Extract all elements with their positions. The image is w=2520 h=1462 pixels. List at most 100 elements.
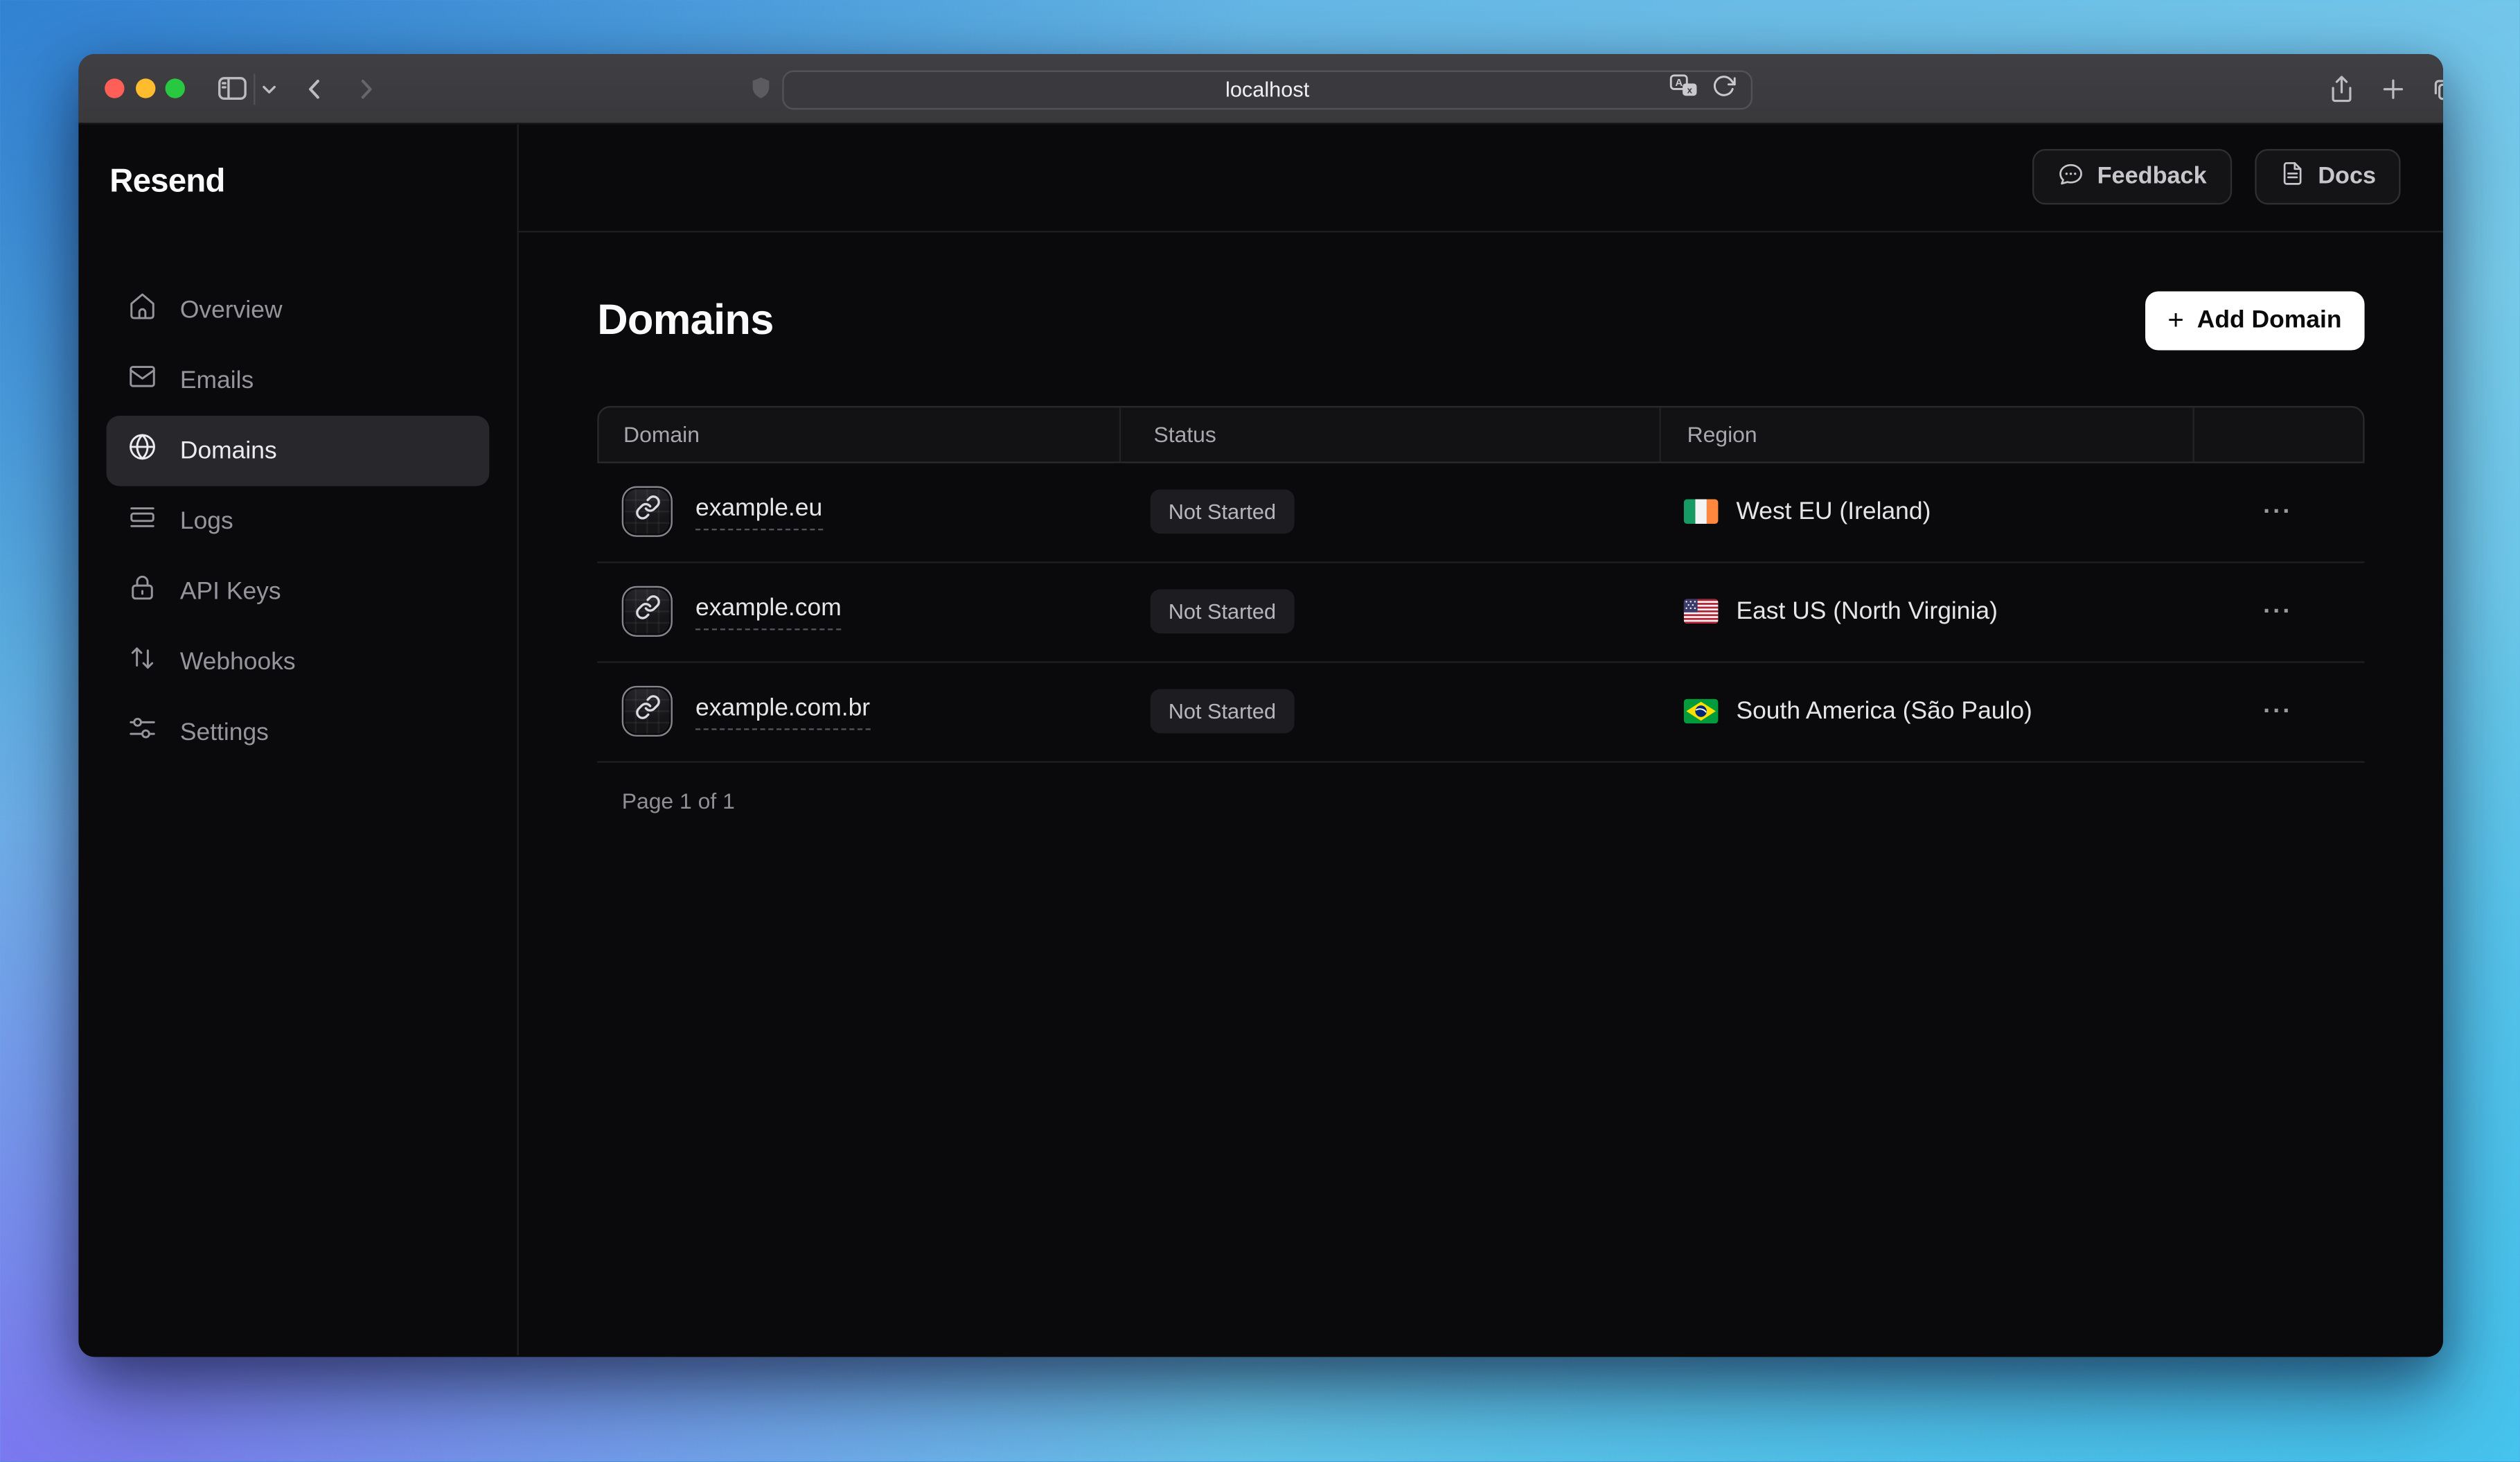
domains-page: Domains + Add Domain Domain Status Regio… xyxy=(519,231,2443,813)
tab-group-menu-button[interactable] xyxy=(258,53,280,124)
page-header: Domains + Add Domain xyxy=(597,290,2364,349)
resend-logo: Resend xyxy=(78,163,517,200)
table-header-row: Domain Status Region xyxy=(597,405,2364,463)
us-flag xyxy=(1684,599,1719,624)
sidebar-item-settings[interactable]: Settings xyxy=(107,696,490,767)
mail-icon xyxy=(126,360,159,400)
feedback-label: Feedback xyxy=(2097,164,2207,190)
tabs-overview-icon xyxy=(2429,73,2443,103)
sidebar-item-api-keys[interactable]: API Keys xyxy=(107,556,490,626)
home-icon xyxy=(126,290,159,329)
sidebar-item-label: Webhooks xyxy=(180,647,296,675)
logs-icon xyxy=(126,501,159,540)
domain-cell: example.com xyxy=(597,586,1117,637)
minimize-window-button[interactable] xyxy=(135,78,154,98)
domain-favicon-button[interactable] xyxy=(622,686,673,737)
back-button[interactable] xyxy=(301,53,329,124)
sliders-icon xyxy=(126,712,159,752)
forward-button[interactable] xyxy=(352,53,380,124)
status-badge: Not Started xyxy=(1151,489,1294,534)
row-menu-button[interactable]: ··· xyxy=(2263,599,2293,624)
plus-icon: + xyxy=(2167,306,2183,334)
region-cell: West EU (Ireland) xyxy=(1658,497,2191,525)
sidebar-item-label: Domains xyxy=(180,437,277,464)
link-icon xyxy=(634,694,660,729)
url-bar[interactable]: localhost A x xyxy=(782,69,1753,109)
share-icon xyxy=(2327,73,2357,104)
document-icon xyxy=(2279,161,2305,193)
domain-link[interactable]: example.com xyxy=(695,593,842,629)
domain-cell: example.eu xyxy=(597,486,1117,537)
toggle-sidebar-button[interactable] xyxy=(216,53,249,124)
domain-favicon-button[interactable] xyxy=(622,586,673,637)
titlebar-divider xyxy=(254,73,255,104)
domain-link[interactable]: example.com.br xyxy=(695,693,870,729)
reload-icon[interactable] xyxy=(1712,73,1736,105)
stage: localhost A x xyxy=(0,0,2520,1462)
share-button[interactable] xyxy=(2327,53,2357,124)
actions-cell: ··· xyxy=(2191,500,2364,524)
row-menu-button[interactable]: ··· xyxy=(2263,500,2293,524)
sidebar-item-label: Emails xyxy=(180,366,254,394)
column-header-region: Region xyxy=(1659,407,2192,461)
sidebar-item-webhooks[interactable]: Webhooks xyxy=(107,626,490,697)
globe-icon xyxy=(126,430,159,470)
column-header-status: Status xyxy=(1119,407,1660,461)
sidebar-item-emails[interactable]: Emails xyxy=(107,344,490,415)
region-label: West EU (Ireland) xyxy=(1736,497,1931,525)
sidebar-item-overview[interactable]: Overview xyxy=(107,274,490,345)
status-cell: Not Started xyxy=(1117,489,1658,534)
link-icon xyxy=(634,494,660,529)
window-controls xyxy=(105,78,185,98)
url-text: localhost xyxy=(1225,77,1309,101)
pagination-label: Page 1 of 1 xyxy=(597,788,2364,812)
region-cell: South America (São Paulo) xyxy=(1658,697,2191,725)
close-window-button[interactable] xyxy=(105,78,124,98)
arrows-up-down-icon xyxy=(126,642,159,681)
region-cell: East US (North Virginia) xyxy=(1658,597,2191,625)
translate-icon[interactable]: A x xyxy=(1669,73,1699,105)
table-row[interactable]: example.eu Not Started xyxy=(597,462,2364,562)
table-row[interactable]: example.com Not Started xyxy=(597,562,2364,662)
add-domain-label: Add Domain xyxy=(2197,306,2342,334)
svg-text:x: x xyxy=(1687,84,1693,94)
plus-icon xyxy=(2379,74,2407,102)
column-header-actions xyxy=(2193,407,2363,461)
table-row[interactable]: example.com.br Not Started xyxy=(597,662,2364,762)
top-toolbar: Feedback Docs xyxy=(519,123,2443,231)
privacy-shield-icon xyxy=(748,73,774,110)
docs-button[interactable]: Docs xyxy=(2254,149,2400,204)
desktop-background: localhost A x xyxy=(0,0,2520,1462)
feedback-button[interactable]: Feedback xyxy=(2032,149,2231,204)
actions-cell: ··· xyxy=(2191,599,2364,624)
add-domain-button[interactable]: + Add Domain xyxy=(2145,290,2364,349)
domain-cell: example.com.br xyxy=(597,686,1117,737)
url-bar-icons: A x xyxy=(1669,71,1737,107)
lock-icon xyxy=(126,571,159,610)
sidebar-toggle-icon xyxy=(216,72,249,105)
region-label: East US (North Virginia) xyxy=(1736,597,1997,625)
domain-favicon-button[interactable] xyxy=(622,486,673,537)
domain-link[interactable]: example.eu xyxy=(695,493,822,529)
sidebar-item-label: Settings xyxy=(180,718,269,746)
maximize-window-button[interactable] xyxy=(166,78,185,98)
column-header-domain: Domain xyxy=(599,407,1119,461)
region-label: South America (São Paulo) xyxy=(1736,697,2032,725)
row-menu-button[interactable]: ··· xyxy=(2263,699,2293,723)
status-badge: Not Started xyxy=(1151,689,1294,734)
chevron-right-icon xyxy=(352,74,380,102)
chevron-left-icon xyxy=(301,74,329,102)
sidebar-item-logs[interactable]: Logs xyxy=(107,485,490,556)
status-cell: Not Started xyxy=(1117,689,1658,734)
tab-overview-button[interactable] xyxy=(2429,53,2443,124)
new-tab-button[interactable] xyxy=(2379,53,2407,124)
browser-titlebar: localhost A x xyxy=(78,53,2443,124)
ireland-flag xyxy=(1684,500,1719,524)
app-root: Resend Overview xyxy=(78,123,2443,1355)
domains-table: Domain Status Region xyxy=(597,405,2364,762)
status-badge: Not Started xyxy=(1151,589,1294,633)
chevron-down-icon xyxy=(258,78,280,99)
sidebar-item-domains[interactable]: Domains xyxy=(107,415,490,486)
docs-label: Docs xyxy=(2318,164,2376,190)
page-title: Domains xyxy=(597,294,773,345)
